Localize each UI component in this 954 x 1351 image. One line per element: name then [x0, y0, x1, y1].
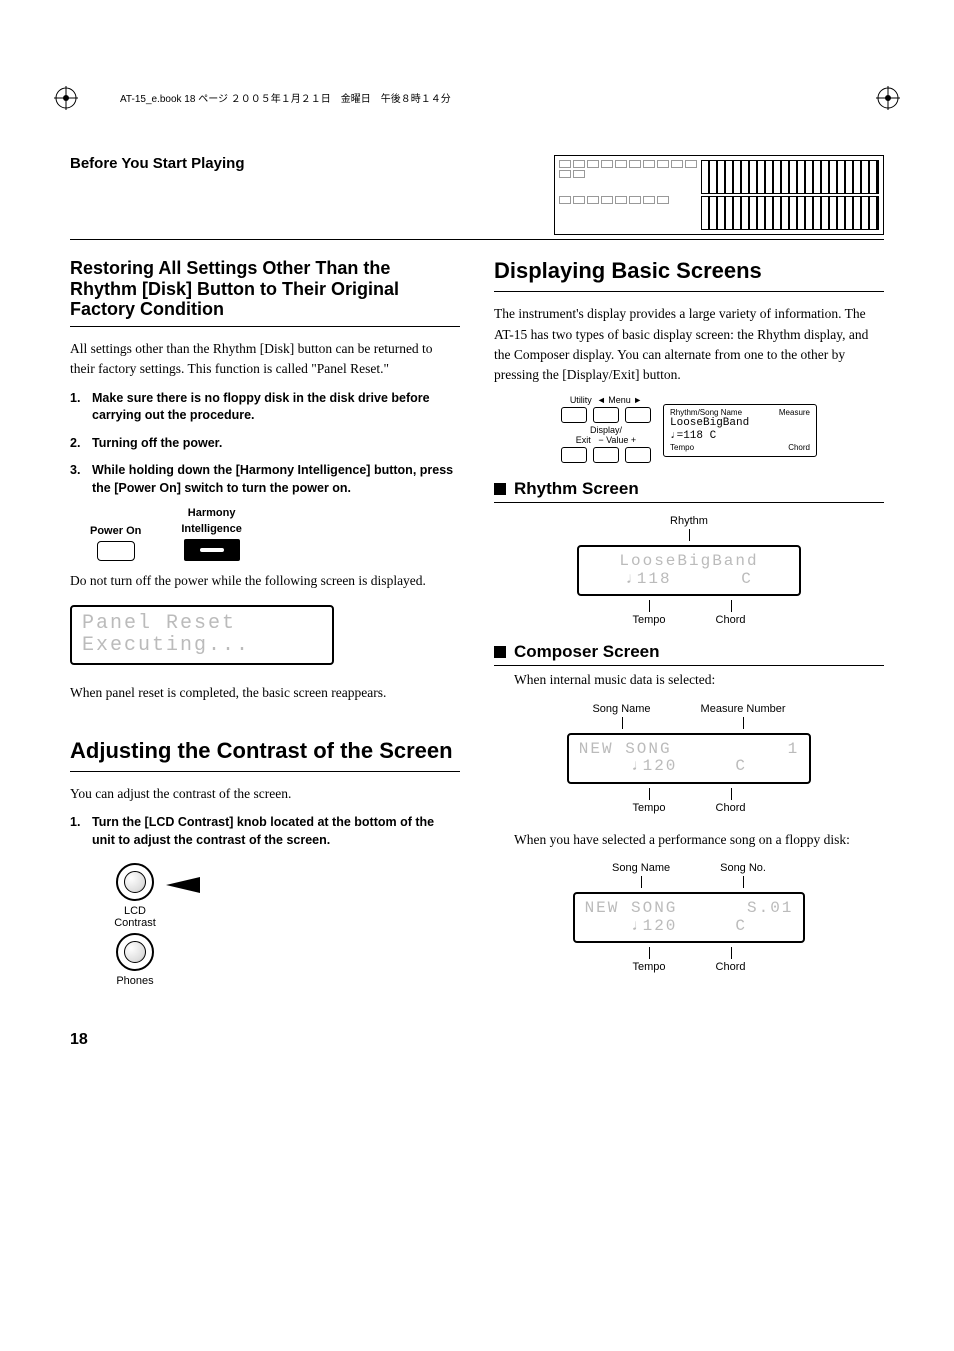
menu-display-figure: Utility ◄ Menu ► Display/Exit − Value + … [494, 395, 884, 465]
utility-button-icon [561, 407, 587, 423]
lcd-rhythm: LooseBigBand ♩118 C [577, 545, 801, 596]
regmark-icon [876, 86, 900, 110]
menu-right-button-icon [625, 407, 651, 423]
chord-label: Chord [716, 961, 746, 973]
heading-basic-screens: Displaying Basic Screens [494, 258, 884, 283]
power-on-label: Power On [90, 525, 141, 537]
regmark-icon [54, 86, 78, 110]
square-bullet-icon [494, 646, 506, 658]
menu-left-button-icon [593, 407, 619, 423]
harmony-label-2: Intelligence [181, 523, 242, 535]
contrast-steps: 1.Turn the [LCD Contrast] knob located a… [70, 814, 460, 849]
heading-restore: Restoring All Settings Other Than the Rh… [70, 258, 460, 320]
song-name-label: Song Name [592, 703, 650, 715]
rhythm-top-label: Rhythm [670, 515, 708, 527]
page-content: AT-15_e.book 18 ページ ２００５年１月２１日 金曜日 午後８時１… [0, 0, 954, 1109]
chord-label: Chord [716, 614, 746, 626]
harmony-button-icon [184, 539, 240, 561]
right-column: Displaying Basic Screens The instrument'… [494, 258, 884, 1001]
measure-number-label: Measure Number [701, 703, 786, 715]
step-text: Turning off the power. [92, 435, 222, 453]
phones-label: Phones [116, 975, 153, 987]
display-exit-button-icon [561, 447, 587, 463]
heading-composer-screen: Composer Screen [494, 642, 884, 666]
composer-floppy-intro: When you have selected a performance son… [514, 830, 884, 850]
lcd-contrast-knob-figure: LCD Contrast Phones [90, 859, 180, 987]
restore-steps: 1.Make sure there is no floppy disk in t… [70, 390, 460, 498]
basic-intro: The instrument's display provides a larg… [494, 304, 884, 385]
lcd-panel-reset: Panel Reset Executing... [70, 605, 334, 665]
value-plus-button-icon [625, 447, 651, 463]
lcd-label-1: LCD [124, 905, 146, 917]
chord-label: Chord [716, 802, 746, 814]
menu-lcd-preview: Rhythm/Song NameMeasure LooseBigBand ♩=1… [663, 404, 817, 458]
restore-intro: All settings other than the Rhythm [Disk… [70, 339, 460, 380]
knob-icon [116, 933, 154, 971]
lcd-label-2: Contrast [114, 917, 156, 929]
lcd-composer-floppy: NEW SONG S.01 ♩120 C [573, 892, 806, 943]
contrast-intro: You can adjust the contrast of the scree… [70, 784, 460, 804]
restore-done: When panel reset is completed, the basic… [70, 683, 460, 703]
breadcrumb-title: Before You Start Playing [70, 155, 460, 172]
restore-warning: Do not turn off the power while the foll… [70, 571, 460, 591]
page-number: 18 [70, 1031, 884, 1049]
heading-rhythm-screen: Rhythm Screen [494, 479, 884, 503]
divider [70, 239, 884, 240]
tempo-label: Tempo [633, 614, 666, 626]
song-name-label: Song Name [612, 862, 670, 874]
square-bullet-icon [494, 483, 506, 495]
running-header: AT-15_e.book 18 ページ ２００５年１月２１日 金曜日 午後８時１… [120, 90, 884, 105]
lcd-composer-internal: NEW SONG 1 ♩120 C [567, 733, 811, 784]
knob-icon [116, 863, 154, 901]
composer-intro: When internal music data is selected: [514, 670, 884, 690]
left-column: Restoring All Settings Other Than the Rh… [70, 258, 460, 1001]
song-no-label: Song No. [720, 862, 766, 874]
tempo-label: Tempo [633, 802, 666, 814]
step-text: While holding down the [Harmony Intellig… [92, 462, 460, 497]
heading-contrast: Adjusting the Contrast of the Screen [70, 738, 460, 763]
power-on-button-icon [97, 541, 135, 561]
value-minus-button-icon [593, 447, 619, 463]
tempo-label: Tempo [633, 961, 666, 973]
power-harmony-figure: Power On Harmony Intelligence [90, 507, 460, 561]
harmony-label-1: Harmony [188, 507, 236, 519]
step-text: Make sure there is no floppy disk in the… [92, 390, 460, 425]
step-text: Turn the [LCD Contrast] knob located at … [92, 814, 460, 849]
keyboard-diagram [554, 155, 884, 235]
